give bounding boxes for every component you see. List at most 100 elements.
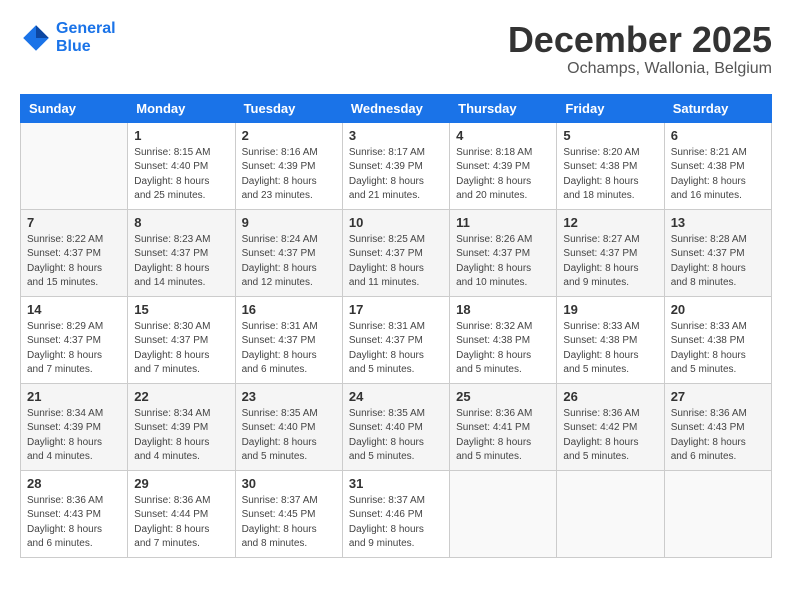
calendar-cell: 6 Sunrise: 8:21 AM Sunset: 4:38 PM Daylig… <box>664 122 771 209</box>
weekday-header: Friday <box>557 94 664 122</box>
calendar-cell: 28 Sunrise: 8:36 AM Sunset: 4:43 PM Dayli… <box>21 470 128 557</box>
day-info: Sunrise: 8:35 AM Sunset: 4:40 PM Dayligh… <box>349 407 443 465</box>
day-number: 20 <box>671 302 765 317</box>
day-number: 16 <box>242 302 336 317</box>
day-info: Sunrise: 8:30 AM Sunset: 4:37 PM Dayligh… <box>134 320 228 378</box>
day-number: 21 <box>27 389 121 404</box>
calendar-week-row: 7Sunrise: 8:22 AM Sunset: 4:37 PM Daylig… <box>21 209 772 296</box>
day-number: 13 <box>671 215 765 230</box>
day-info: Sunrise: 8:20 AM Sunset: 4:38 PM Dayligh… <box>563 146 657 204</box>
title-block: December 2025 Ochamps, Wallonia, Belgium <box>508 20 772 78</box>
day-number: 24 <box>349 389 443 404</box>
day-number: 2 <box>242 128 336 143</box>
day-number: 31 <box>349 476 443 491</box>
day-info: Sunrise: 8:15 AM Sunset: 4:40 PM Dayligh… <box>134 146 228 204</box>
calendar-cell <box>450 470 557 557</box>
day-info: Sunrise: 8:33 AM Sunset: 4:38 PM Dayligh… <box>563 320 657 378</box>
day-info: Sunrise: 8:37 AM Sunset: 4:46 PM Dayligh… <box>349 494 443 552</box>
day-info: Sunrise: 8:22 AM Sunset: 4:37 PM Dayligh… <box>27 233 121 291</box>
day-number: 17 <box>349 302 443 317</box>
calendar-week-row: 21 Sunrise: 8:34 AM Sunset: 4:39 PM Dayli… <box>21 383 772 470</box>
calendar-cell: 4 Sunrise: 8:18 AM Sunset: 4:39 PM Daylig… <box>450 122 557 209</box>
day-info: Sunrise: 8:31 AM Sunset: 4:37 PM Dayligh… <box>349 320 443 378</box>
calendar-table: SundayMondayTuesdayWednesdayThursdayFrid… <box>20 94 772 558</box>
day-number: 18 <box>456 302 550 317</box>
calendar-cell: 27Sunrise: 8:36 AM Sunset: 4:43 PM Dayli… <box>664 383 771 470</box>
calendar-cell <box>664 470 771 557</box>
weekday-header: Saturday <box>664 94 771 122</box>
calendar-cell: 21 Sunrise: 8:34 AM Sunset: 4:39 PM Dayli… <box>21 383 128 470</box>
day-info: Sunrise: 8:25 AM Sunset: 4:37 PM Dayligh… <box>349 233 443 291</box>
logo-text: General Blue <box>56 20 116 56</box>
day-info: Sunrise: 8:27 AM Sunset: 4:37 PM Dayligh… <box>563 233 657 291</box>
day-info: Sunrise: 8:18 AM Sunset: 4:39 PM Dayligh… <box>456 146 550 204</box>
calendar-cell: 13 Sunrise: 8:28 AM Sunset: 4:37 PM Dayli… <box>664 209 771 296</box>
calendar-cell: 15 Sunrise: 8:30 AM Sunset: 4:37 PM Dayli… <box>128 296 235 383</box>
calendar-cell: 30 Sunrise: 8:37 AM Sunset: 4:45 PM Dayli… <box>235 470 342 557</box>
day-info: Sunrise: 8:37 AM Sunset: 4:45 PM Dayligh… <box>242 494 336 552</box>
weekday-header: Wednesday <box>342 94 449 122</box>
day-number: 3 <box>349 128 443 143</box>
calendar-cell: 17 Sunrise: 8:31 AM Sunset: 4:37 PM Dayli… <box>342 296 449 383</box>
calendar-cell: 14 Sunrise: 8:29 AM Sunset: 4:37 PM Dayli… <box>21 296 128 383</box>
day-info: Sunrise: 8:23 AM Sunset: 4:37 PM Dayligh… <box>134 233 228 291</box>
calendar-week-row: 28 Sunrise: 8:36 AM Sunset: 4:43 PM Dayli… <box>21 470 772 557</box>
day-number: 22 <box>134 389 228 404</box>
day-info: Sunrise: 8:36 AM Sunset: 4:42 PM Dayligh… <box>563 407 657 465</box>
day-info: Sunrise: 8:31 AM Sunset: 4:37 PM Dayligh… <box>242 320 336 378</box>
calendar-cell: 29Sunrise: 8:36 AM Sunset: 4:44 PM Dayli… <box>128 470 235 557</box>
day-info: Sunrise: 8:24 AM Sunset: 4:37 PM Dayligh… <box>242 233 336 291</box>
month-title: December 2025 <box>508 20 772 60</box>
day-info: Sunrise: 8:36 AM Sunset: 4:44 PM Dayligh… <box>134 494 228 552</box>
calendar-cell: 3Sunrise: 8:17 AM Sunset: 4:39 PM Daylig… <box>342 122 449 209</box>
calendar-week-row: 14 Sunrise: 8:29 AM Sunset: 4:37 PM Dayli… <box>21 296 772 383</box>
day-number: 6 <box>671 128 765 143</box>
calendar-cell: 10Sunrise: 8:25 AM Sunset: 4:37 PM Dayli… <box>342 209 449 296</box>
calendar-cell: 11Sunrise: 8:26 AM Sunset: 4:37 PM Dayli… <box>450 209 557 296</box>
day-number: 14 <box>27 302 121 317</box>
calendar-cell: 18 Sunrise: 8:32 AM Sunset: 4:38 PM Dayli… <box>450 296 557 383</box>
day-number: 5 <box>563 128 657 143</box>
day-info: Sunrise: 8:33 AM Sunset: 4:38 PM Dayligh… <box>671 320 765 378</box>
location-subtitle: Ochamps, Wallonia, Belgium <box>508 60 772 78</box>
day-info: Sunrise: 8:32 AM Sunset: 4:38 PM Dayligh… <box>456 320 550 378</box>
day-number: 23 <box>242 389 336 404</box>
calendar-cell: 23Sunrise: 8:35 AM Sunset: 4:40 PM Dayli… <box>235 383 342 470</box>
day-number: 9 <box>242 215 336 230</box>
day-info: Sunrise: 8:26 AM Sunset: 4:37 PM Dayligh… <box>456 233 550 291</box>
calendar-week-row: 1 Sunrise: 8:15 AM Sunset: 4:40 PM Daylig… <box>21 122 772 209</box>
day-number: 27 <box>671 389 765 404</box>
day-number: 15 <box>134 302 228 317</box>
calendar-cell: 7Sunrise: 8:22 AM Sunset: 4:37 PM Daylig… <box>21 209 128 296</box>
day-number: 25 <box>456 389 550 404</box>
calendar-cell: 9 Sunrise: 8:24 AM Sunset: 4:37 PM Daylig… <box>235 209 342 296</box>
calendar-cell: 20 Sunrise: 8:33 AM Sunset: 4:38 PM Dayli… <box>664 296 771 383</box>
calendar-cell: 31 Sunrise: 8:37 AM Sunset: 4:46 PM Dayli… <box>342 470 449 557</box>
calendar-header-row: SundayMondayTuesdayWednesdayThursdayFrid… <box>21 94 772 122</box>
logo: General Blue <box>20 20 116 56</box>
day-number: 4 <box>456 128 550 143</box>
calendar-cell: 26Sunrise: 8:36 AM Sunset: 4:42 PM Dayli… <box>557 383 664 470</box>
day-info: Sunrise: 8:21 AM Sunset: 4:38 PM Dayligh… <box>671 146 765 204</box>
calendar-cell: 19 Sunrise: 8:33 AM Sunset: 4:38 PM Dayli… <box>557 296 664 383</box>
day-info: Sunrise: 8:29 AM Sunset: 4:37 PM Dayligh… <box>27 320 121 378</box>
day-number: 12 <box>563 215 657 230</box>
day-info: Sunrise: 8:34 AM Sunset: 4:39 PM Dayligh… <box>134 407 228 465</box>
day-number: 19 <box>563 302 657 317</box>
calendar-cell: 2 Sunrise: 8:16 AM Sunset: 4:39 PM Daylig… <box>235 122 342 209</box>
day-number: 30 <box>242 476 336 491</box>
day-info: Sunrise: 8:36 AM Sunset: 4:41 PM Dayligh… <box>456 407 550 465</box>
calendar-cell: 25 Sunrise: 8:36 AM Sunset: 4:41 PM Dayli… <box>450 383 557 470</box>
day-info: Sunrise: 8:16 AM Sunset: 4:39 PM Dayligh… <box>242 146 336 204</box>
weekday-header: Sunday <box>21 94 128 122</box>
day-number: 1 <box>134 128 228 143</box>
calendar-cell: 12 Sunrise: 8:27 AM Sunset: 4:37 PM Dayli… <box>557 209 664 296</box>
day-number: 28 <box>27 476 121 491</box>
calendar-cell: 24 Sunrise: 8:35 AM Sunset: 4:40 PM Dayli… <box>342 383 449 470</box>
day-info: Sunrise: 8:28 AM Sunset: 4:37 PM Dayligh… <box>671 233 765 291</box>
weekday-header: Monday <box>128 94 235 122</box>
day-info: Sunrise: 8:36 AM Sunset: 4:43 PM Dayligh… <box>27 494 121 552</box>
day-info: Sunrise: 8:34 AM Sunset: 4:39 PM Dayligh… <box>27 407 121 465</box>
calendar-cell: 8Sunrise: 8:23 AM Sunset: 4:37 PM Daylig… <box>128 209 235 296</box>
calendar-cell: 16 Sunrise: 8:31 AM Sunset: 4:37 PM Dayli… <box>235 296 342 383</box>
